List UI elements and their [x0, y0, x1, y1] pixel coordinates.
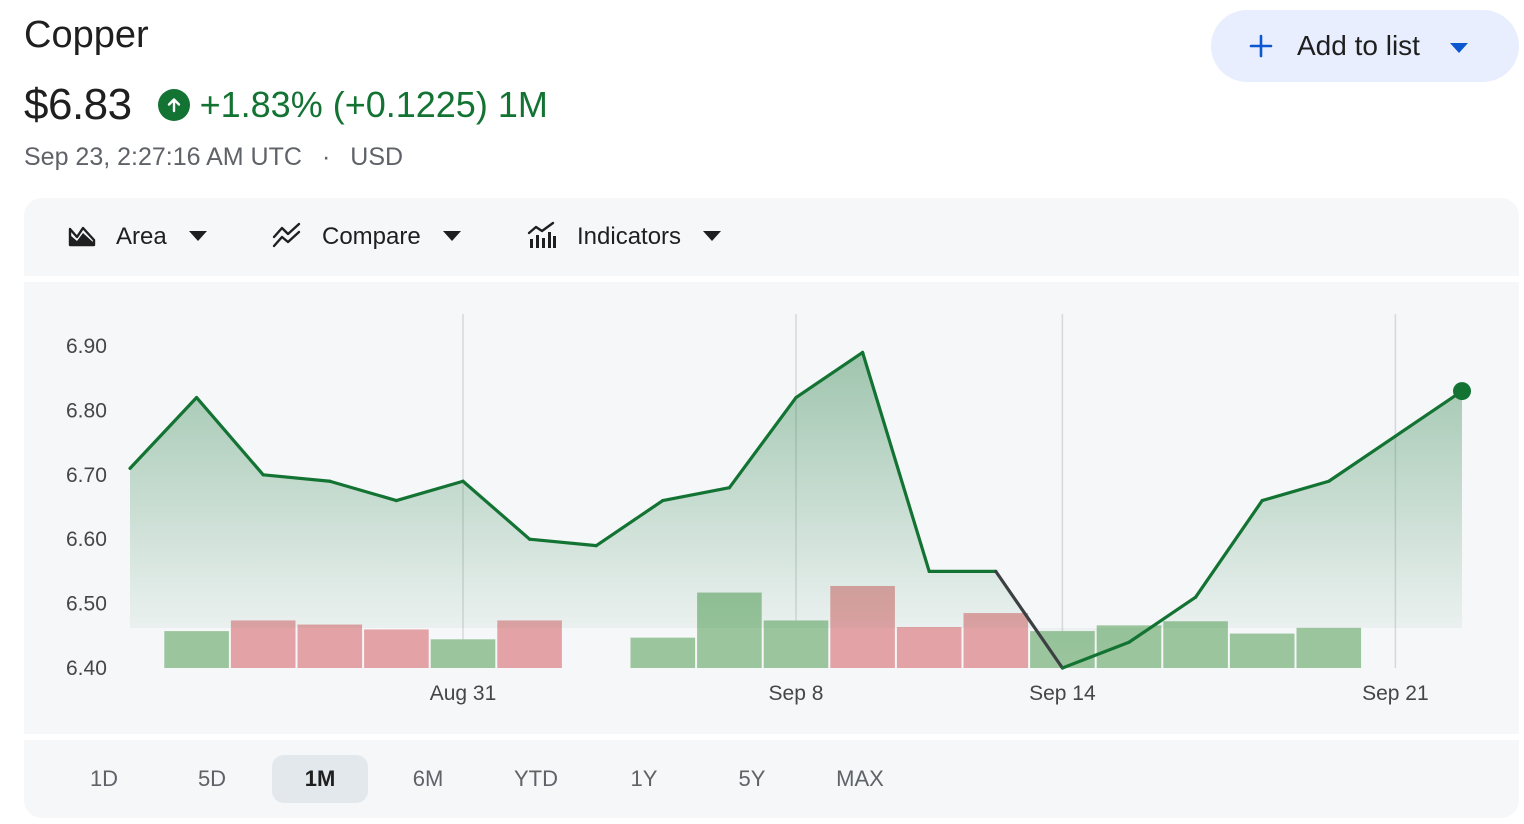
volume-bar-4: [430, 639, 496, 668]
price-chart[interactable]: 6.90 6.80 6.70 6.60 6.50 6.40 Aug 31 Sep 8 Sep 1…: [24, 282, 1519, 734]
x-tick-label: Aug 31: [430, 682, 497, 705]
last-point: [1453, 382, 1471, 401]
chevron-down-icon: [188, 228, 207, 246]
arrow-up-icon: [157, 89, 190, 121]
volume-bar-14: [1163, 621, 1228, 668]
y-tick-label: 6.60: [66, 528, 107, 551]
x-tick-label: Sep 8: [769, 682, 824, 705]
volume-bar-15: [1229, 633, 1295, 668]
compare-label: Compare: [322, 223, 421, 250]
area-chart-icon: [68, 223, 96, 252]
plus-icon: [1249, 34, 1273, 58]
volume-bar-2: [297, 624, 363, 668]
indicators-label: Indicators: [577, 223, 682, 250]
y-tick-label: 6.80: [66, 399, 107, 422]
timestamp: Sep 23, 2:27:16 AM UTC: [24, 143, 302, 171]
area-label: Area: [116, 223, 167, 250]
volume-bar-0: [164, 631, 229, 668]
range-6m-button[interactable]: 6M: [380, 755, 476, 803]
y-tick-label: 6.70: [66, 464, 107, 487]
meta-separator: ·: [321, 143, 331, 171]
chart-canvas: 6.90 6.80 6.70 6.60 6.50 6.40 Aug 31 Sep 8 Sep 1…: [66, 314, 1471, 705]
y-tick-label: 6.90: [66, 335, 107, 358]
volume-bar-6: [630, 637, 696, 668]
add-to-list-label: Add to list: [1297, 30, 1420, 61]
page-title: Copper: [24, 14, 149, 56]
range-5y-button[interactable]: 5Y: [704, 755, 800, 803]
area-dropdown[interactable]: Area: [68, 198, 207, 276]
indicators-icon: [527, 221, 557, 254]
range-selector: 1D 5D 1M 6M YTD 1Y 5Y MAX: [24, 740, 1519, 818]
compare-dropdown[interactable]: Compare: [272, 198, 461, 276]
current-price: $6.83: [24, 80, 132, 129]
volume-bar-3: [364, 629, 429, 668]
range-ytd-button[interactable]: YTD: [488, 755, 584, 803]
volume-bar-16: [1296, 627, 1362, 668]
chevron-down-icon: [442, 228, 461, 246]
x-tick-label: Sep 14: [1029, 682, 1096, 705]
currency: USD: [350, 143, 404, 171]
price-change: +1.83% (+0.1225) 1M: [199, 84, 548, 125]
range-1y-button[interactable]: 1Y: [596, 755, 692, 803]
chevron-down-icon: [1449, 41, 1468, 53]
range-1m-button[interactable]: 1M: [272, 755, 368, 803]
chevron-down-icon: [703, 228, 722, 246]
price-row: $6.83 +1.83% (+0.1225) 1M: [24, 80, 548, 130]
price-meta: Sep 23, 2:27:16 AM UTC · USD: [24, 143, 403, 172]
chart-toolbar: Area Compare Indicators: [24, 198, 1519, 276]
x-tick-label: Sep 21: [1362, 682, 1429, 705]
y-tick-label: 6.50: [66, 593, 107, 616]
compare-icon: [272, 222, 302, 253]
y-tick-label: 6.40: [66, 657, 107, 680]
indicators-dropdown[interactable]: Indicators: [527, 198, 722, 276]
range-max-button[interactable]: MAX: [812, 755, 908, 803]
range-5d-button[interactable]: 5D: [164, 755, 260, 803]
range-1d-button[interactable]: 1D: [56, 755, 152, 803]
add-to-list-button[interactable]: Add to list: [1211, 10, 1519, 82]
volume-bar-10: [896, 627, 962, 668]
